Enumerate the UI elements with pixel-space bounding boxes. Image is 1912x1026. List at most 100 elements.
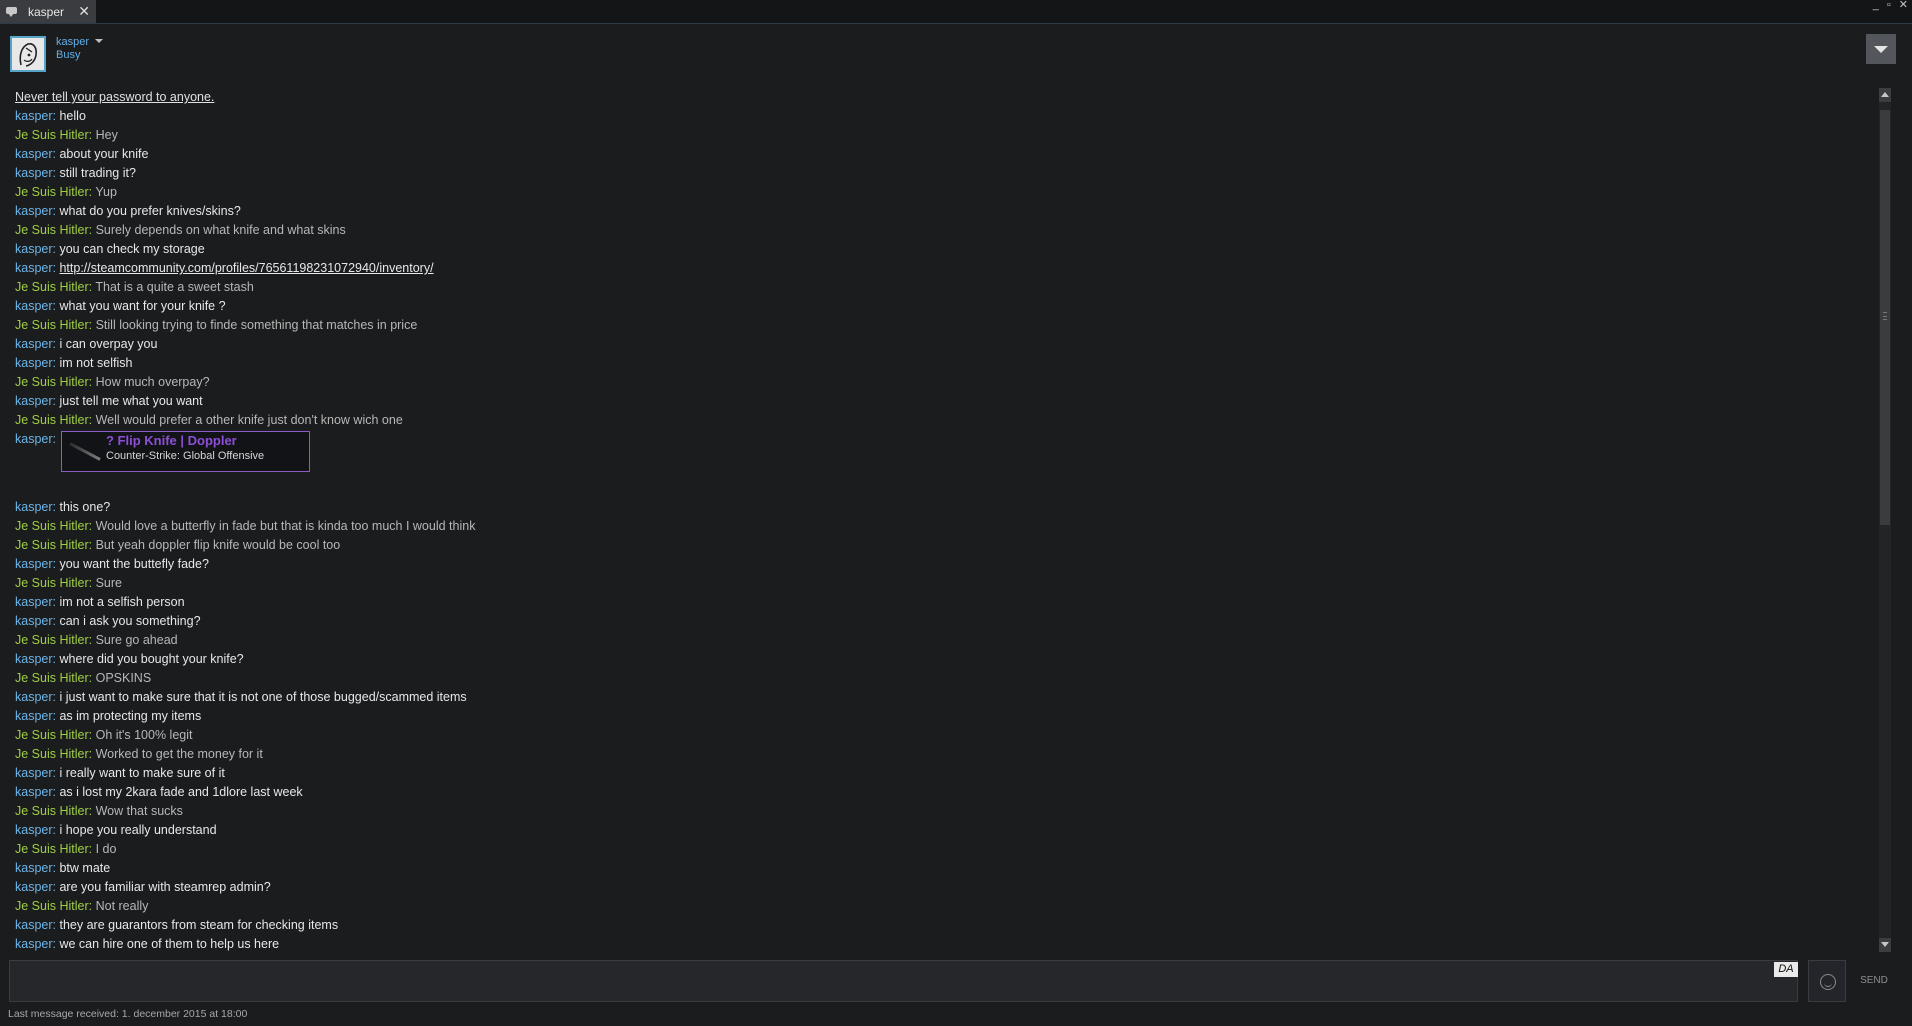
message-text: im not a selfish person [59, 595, 185, 609]
chat-message: kasper: still trading it? [15, 164, 1865, 183]
item-text: ? Flip Knife | Doppler Counter-Strike: Gl… [104, 432, 264, 471]
message-text: That is a quite a sweet stash [95, 280, 254, 294]
message-sender[interactable]: kasper [15, 652, 53, 666]
chevron-down-icon[interactable] [95, 39, 103, 43]
chat-message: kasper: what you want for your knife ? [15, 297, 1865, 316]
options-dropdown-button[interactable] [1866, 34, 1896, 64]
item-game: Counter-Strike: Global Offensive [106, 450, 265, 462]
message-text: can i ask you something? [59, 614, 201, 628]
tab-close-icon[interactable]: ✕ [78, 3, 90, 20]
message-sender[interactable]: kasper [15, 166, 53, 180]
chat-message: kasper: as im protecting my items [15, 707, 1865, 726]
send-button[interactable]: SEND [1853, 960, 1895, 1002]
knife-thumbnail-icon [62, 432, 104, 473]
scroll-down-icon[interactable] [1879, 938, 1891, 952]
minimize-icon[interactable]: _ [1873, 0, 1879, 12]
message-separator: : [88, 223, 96, 237]
chat-tab[interactable]: kasper ✕ [0, 0, 96, 23]
message-sender[interactable]: kasper [15, 147, 53, 161]
message-sender[interactable]: Je Suis Hitler [15, 280, 89, 294]
message-text: they are guarantors from steam for check… [59, 918, 339, 932]
message-sender[interactable]: kasper [15, 614, 53, 628]
message-sender[interactable]: Je Suis Hitler [15, 842, 89, 856]
chat-message: kasper: this one? [15, 498, 1865, 517]
chat-message: kasper: they are guarantors from steam f… [15, 916, 1865, 935]
avatar[interactable] [10, 36, 46, 72]
message-sender[interactable]: kasper [15, 690, 53, 704]
chat-message: Je Suis Hitler: OPSKINS [15, 669, 1865, 688]
message-separator: : [88, 128, 96, 142]
message-sender[interactable]: kasper [15, 261, 53, 275]
message-text: i really want to make sure of it [59, 766, 225, 780]
message-text: as im protecting my items [59, 709, 202, 723]
friend-status: Busy [56, 49, 81, 61]
message-sender[interactable]: kasper [15, 595, 53, 609]
language-indicator[interactable]: DA [1774, 962, 1798, 977]
message-sender[interactable]: Je Suis Hitler [15, 671, 89, 685]
message-sender[interactable]: kasper [15, 432, 53, 446]
message-sender[interactable]: kasper [15, 918, 53, 932]
chat-bubble-icon [6, 6, 18, 17]
message-text: Oh it's 100% legit [95, 728, 193, 742]
friend-name[interactable]: kasper [56, 36, 89, 48]
message-sender[interactable]: kasper [15, 937, 53, 951]
message-sender[interactable]: kasper [15, 242, 53, 256]
message-text: Sure go ahead [95, 633, 178, 647]
message-sender[interactable]: Je Suis Hitler [15, 375, 89, 389]
message-sender[interactable]: kasper [15, 880, 53, 894]
message-sender[interactable]: Je Suis Hitler [15, 223, 89, 237]
message-text: i can overpay you [59, 337, 158, 351]
item-link-card[interactable]: ? Flip Knife | Doppler Counter-Strike: Gl… [61, 431, 310, 472]
message-separator: : [88, 728, 96, 742]
window-controls: _ ▫ ✕ [1873, 0, 1908, 12]
message-sender[interactable]: kasper [15, 785, 53, 799]
message-sender[interactable]: Je Suis Hitler [15, 633, 89, 647]
message-sender[interactable]: Je Suis Hitler [15, 185, 89, 199]
message-separator: : [88, 842, 96, 856]
message-sender[interactable]: kasper [15, 337, 53, 351]
message-text: what you want for your knife ? [59, 299, 226, 313]
chat-message: kasper: i really want to make sure of it [15, 764, 1865, 783]
message-sender[interactable]: Je Suis Hitler [15, 728, 89, 742]
message-sender[interactable]: kasper [15, 299, 53, 313]
message-sender[interactable]: kasper [15, 861, 53, 875]
message-separator: : [88, 633, 96, 647]
message-sender[interactable]: Je Suis Hitler [15, 804, 89, 818]
chat-message: Je Suis Hitler: Well would prefer a othe… [15, 411, 1865, 430]
chat-message: kasper: about your knife [15, 145, 1865, 164]
message-sender[interactable]: kasper [15, 204, 53, 218]
message-sender[interactable]: kasper [15, 356, 53, 370]
message-sender[interactable]: kasper [15, 557, 53, 571]
message-sender[interactable]: Je Suis Hitler [15, 413, 89, 427]
maximize-icon[interactable]: ▫ [1887, 0, 1891, 12]
chat-message: kasper: are you familiar with steamrep a… [15, 878, 1865, 897]
message-sender[interactable]: Je Suis Hitler [15, 747, 89, 761]
message-list: kasper: hello Je Suis Hitler: Hey kasper: … [15, 107, 1865, 954]
message-sender[interactable]: kasper [15, 823, 53, 837]
chat-message: kasper: you can check my storage [15, 240, 1865, 259]
message-sender[interactable]: kasper [15, 109, 53, 123]
message-link[interactable]: http://steamcommunity.com/profiles/76561… [59, 261, 433, 275]
message-text: you want the buttefly fade? [59, 557, 209, 571]
message-text: this one? [59, 500, 111, 514]
message-sender[interactable]: Je Suis Hitler [15, 519, 89, 533]
item-name: ? Flip Knife | Doppler [106, 433, 237, 448]
message-sender[interactable]: kasper [15, 394, 53, 408]
message-sender[interactable]: Je Suis Hitler [15, 576, 89, 590]
close-window-icon[interactable]: ✕ [1899, 0, 1908, 12]
message-sender[interactable]: kasper [15, 766, 53, 780]
chat-message: kasper: just tell me what you want [15, 392, 1865, 411]
message-sender[interactable]: kasper [15, 709, 53, 723]
emoticon-button[interactable] [1808, 960, 1846, 1002]
message-separator: : [88, 519, 96, 533]
message-input-box[interactable] [9, 960, 1798, 1002]
message-input[interactable] [10, 961, 1797, 1001]
chat-message: kasper: i just want to make sure that it… [15, 688, 1865, 707]
message-sender[interactable]: kasper [15, 500, 53, 514]
scroll-up-icon[interactable] [1879, 88, 1891, 102]
message-sender[interactable]: Je Suis Hitler [15, 318, 89, 332]
message-sender[interactable]: Je Suis Hitler [15, 538, 89, 552]
message-separator: : [88, 747, 96, 761]
message-sender[interactable]: Je Suis Hitler [15, 128, 89, 142]
message-sender[interactable]: Je Suis Hitler [15, 899, 89, 913]
